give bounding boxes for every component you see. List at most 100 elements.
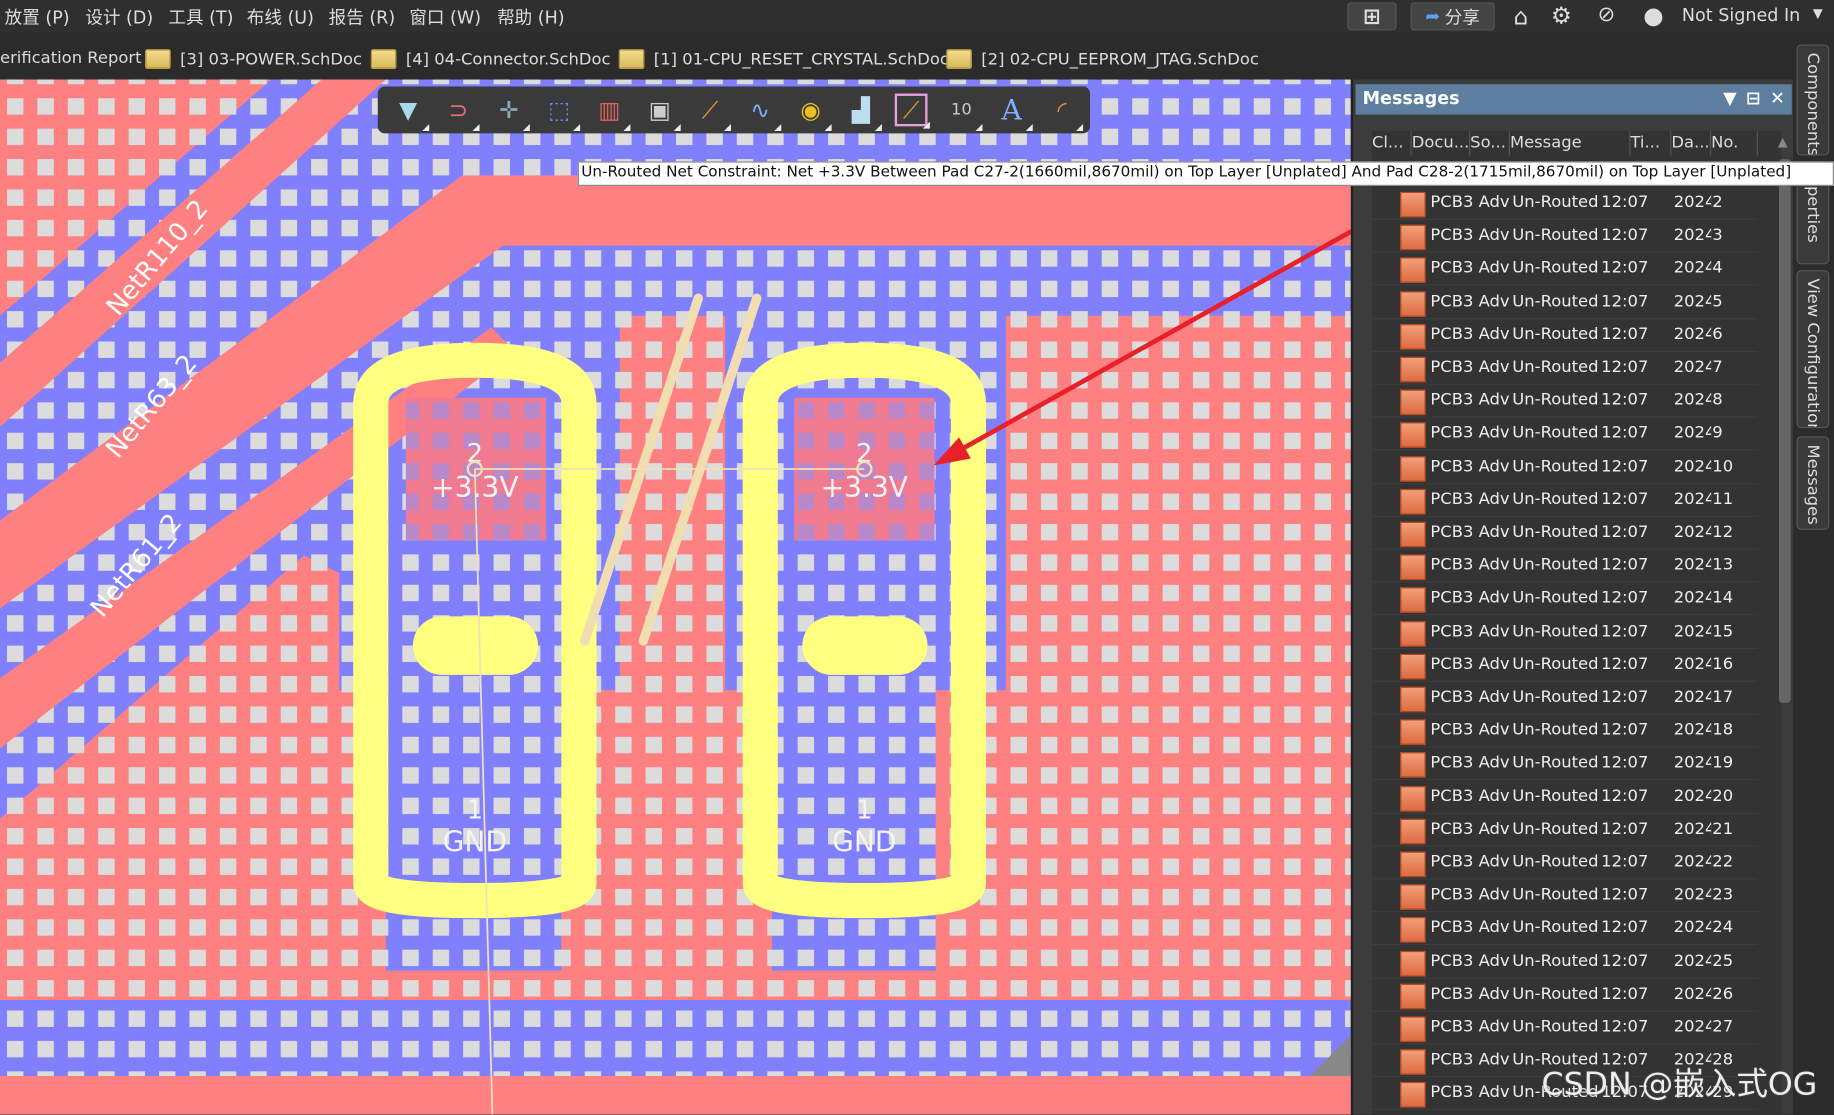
message-row[interactable]: PCB3 AdvaUn-Routed Net12:07 202426 <box>1371 979 1758 1012</box>
tab-components[interactable]: Components <box>1796 44 1830 156</box>
message-row[interactable]: PCB3 AdvaUn-Routed Net12:07 20244 <box>1371 253 1758 286</box>
menu-route[interactable]: 布线 (U) <box>247 5 314 30</box>
menu-dropdown-icon[interactable]: ▼ <box>1723 88 1737 109</box>
date-cell: 2024 <box>1673 852 1711 872</box>
side-panel-tabs: Components roperties View Configuration … <box>1792 32 1834 1115</box>
ratsnest-icon[interactable]: ⟋ <box>894 93 930 129</box>
tab-messages[interactable]: Messages <box>1796 436 1830 530</box>
message-row[interactable]: PCB3 AdvaUn-Routed Net12:07 20246 <box>1371 319 1758 352</box>
date-cell: 2024 <box>1673 753 1711 773</box>
time-cell: 12:07 <box>1601 456 1649 476</box>
schdoc-icon <box>618 49 645 70</box>
date-cell: 2024 <box>1673 192 1711 212</box>
tab-cpu-eeprom[interactable]: [2] 02-CPU_EEPROM_JTAG.SchDoc <box>946 49 1259 70</box>
move-icon[interactable]: ✛ <box>492 94 530 131</box>
message-cell: Un-Routed Net <box>1512 291 1601 311</box>
message-row[interactable]: PCB3 AdvaUn-Routed Net12:07 202422 <box>1371 847 1758 880</box>
home-icon[interactable]: ⌂ <box>1513 2 1528 30</box>
gear-icon[interactable]: ⚙ <box>1551 1 1572 29</box>
message-row[interactable]: PCB3 AdvaUn-Routed Net12:07 202425 <box>1371 946 1758 979</box>
pin-icon[interactable]: ⊟ <box>1746 88 1761 109</box>
message-row[interactable]: PCB3 AdvaUn-Routed Net12:07 202416 <box>1371 649 1758 682</box>
tab-verification-report[interactable]: erification Report <box>0 49 142 68</box>
message-row[interactable]: PCB3 AdvaUn-Routed Net12:07 202423 <box>1371 880 1758 913</box>
column-header[interactable]: Ti... <box>1630 130 1672 156</box>
date-cell: 2024 <box>1673 291 1711 311</box>
tab-connector[interactable]: [4] 04-Connector.SchDoc <box>370 49 611 70</box>
number-cell: 5 <box>1712 291 1723 311</box>
interactive-routing-icon[interactable]: ⊃ <box>442 94 480 131</box>
date-cell: 2024 <box>1673 819 1711 839</box>
scroll-up-icon[interactable]: ▲ <box>1778 135 1788 150</box>
message-row[interactable]: PCB3 AdvaUn-Routed Net12:07 202410 <box>1371 451 1758 484</box>
number-cell: 26 <box>1712 984 1734 1004</box>
message-row[interactable]: PCB3 AdvaUn-Routed Net12:07 20245 <box>1371 286 1758 319</box>
message-row[interactable]: PCB3 AdvaUn-Routed Net12:07 20242 <box>1371 187 1758 220</box>
pcb-canvas[interactable]: NetR110_2 NetR63_2 NetR61_2 2 +3.3V 1 GN… <box>0 79 1351 1115</box>
tab-view-configuration[interactable]: View Configuration <box>1796 270 1830 429</box>
message-row[interactable]: PCB3 AdvaUn-Routed Net12:07 202424 <box>1371 913 1758 946</box>
user-label[interactable]: Not Signed In <box>1682 5 1800 26</box>
column-header[interactable]: Docu... <box>1412 130 1471 156</box>
error-icon <box>1400 191 1426 218</box>
column-header[interactable]: Message <box>1510 130 1631 156</box>
length-tuning-icon[interactable]: ∿ <box>744 94 782 131</box>
document-cell: PCB3 Adva <box>1430 819 1510 839</box>
message-cell: Un-Routed Net <box>1512 852 1601 872</box>
column-header[interactable]: No. <box>1711 130 1758 156</box>
share-button[interactable]: ➦ 分享 <box>1410 2 1495 31</box>
chevron-down-icon[interactable]: ▼ <box>1813 6 1823 21</box>
message-row[interactable]: PCB3 AdvaUn-Routed Net12:07 202414 <box>1371 583 1758 616</box>
menu-tools[interactable]: 工具 (T) <box>168 5 233 30</box>
message-row[interactable]: PCB3 AdvaUn-Routed Net12:07 202427 <box>1371 1012 1758 1045</box>
message-row[interactable]: PCB3 AdvaUn-Routed Net12:07 202420 <box>1371 781 1758 814</box>
column-header[interactable]: Da... <box>1671 130 1712 156</box>
column-header[interactable]: Cl... <box>1372 130 1412 156</box>
menu-design[interactable]: 设计 (D) <box>85 5 153 30</box>
arc-icon[interactable]: ◜ <box>1046 94 1084 131</box>
message-row[interactable]: PCB3 AdvaUn-Routed Net12:07 202411 <box>1371 484 1758 517</box>
align-icon[interactable]: ▥ <box>593 94 631 131</box>
menu-reports[interactable]: 报告 (R) <box>329 5 396 30</box>
message-row[interactable]: PCB3 AdvaUn-Routed Net12:07 202413 <box>1371 550 1758 583</box>
document-cell: PCB3 Adva <box>1430 720 1510 740</box>
filter-icon[interactable]: ▼ <box>392 94 430 131</box>
message-row[interactable]: PCB3 AdvaUn-Routed Net12:07 20243 <box>1371 220 1758 253</box>
error-icon <box>1400 620 1426 647</box>
message-row[interactable]: PCB3 AdvaUn-Routed Net12:07 20248 <box>1371 385 1758 418</box>
error-icon <box>1400 686 1426 713</box>
dimension-icon[interactable]: 10 <box>945 94 983 131</box>
via-icon[interactable]: ◉ <box>794 94 832 131</box>
message-row[interactable]: PCB3 AdvaUn-Routed Net12:07 20249 <box>1371 418 1758 451</box>
component-icon[interactable]: ▣ <box>643 94 681 131</box>
add-button[interactable]: ⊞ <box>1347 2 1397 31</box>
user-icon[interactable]: ● <box>1643 1 1663 29</box>
text-icon[interactable]: A <box>995 94 1033 131</box>
column-header[interactable]: So... <box>1470 130 1510 156</box>
polygon-icon[interactable]: ▟ <box>844 94 882 131</box>
time-cell: 12:07 <box>1601 786 1649 806</box>
tab-cpu-reset[interactable]: [1] 01-CPU_RESET_CRYSTAL.SchDoc <box>618 49 949 70</box>
number-cell: 21 <box>1712 819 1734 839</box>
time-cell: 12:07 <box>1601 324 1649 344</box>
time-cell: 12:07 <box>1601 951 1649 971</box>
silk-polarity-mark <box>802 616 928 675</box>
message-row[interactable]: PCB3 AdvaUn-Routed Net12:07 202419 <box>1371 748 1758 781</box>
menu-place[interactable]: 放置 (P) <box>5 5 70 30</box>
message-row[interactable]: PCB3 AdvaUn-Routed Net12:07 202421 <box>1371 814 1758 847</box>
message-row[interactable]: PCB3 AdvaUn-Routed Net12:07 202418 <box>1371 715 1758 748</box>
message-row[interactable]: PCB3 AdvaUn-Routed Net12:07 202415 <box>1371 616 1758 649</box>
schdoc-icon <box>145 49 171 70</box>
menu-window[interactable]: 窗口 (W) <box>409 5 481 30</box>
notifications-off-icon[interactable]: ⊘ <box>1598 2 1616 27</box>
message-row[interactable]: PCB3 AdvaUn-Routed Net12:07 202417 <box>1371 682 1758 715</box>
message-row[interactable]: PCB3 AdvaUn-Routed Net12:07 202412 <box>1371 517 1758 550</box>
close-icon[interactable]: ✕ <box>1770 88 1785 109</box>
message-row[interactable]: PCB3 AdvaUn-Routed Net12:07 20247 <box>1371 352 1758 385</box>
menu-help[interactable]: 帮助 (H) <box>497 5 565 30</box>
select-rect-icon[interactable]: ⬚ <box>543 94 581 131</box>
message-cell: Un-Routed Net <box>1512 720 1601 740</box>
route-icon[interactable]: ⟋ <box>694 94 731 131</box>
tab-power[interactable]: [3] 03-POWER.SchDoc <box>145 49 362 70</box>
scrollbar[interactable] <box>1778 159 1791 703</box>
